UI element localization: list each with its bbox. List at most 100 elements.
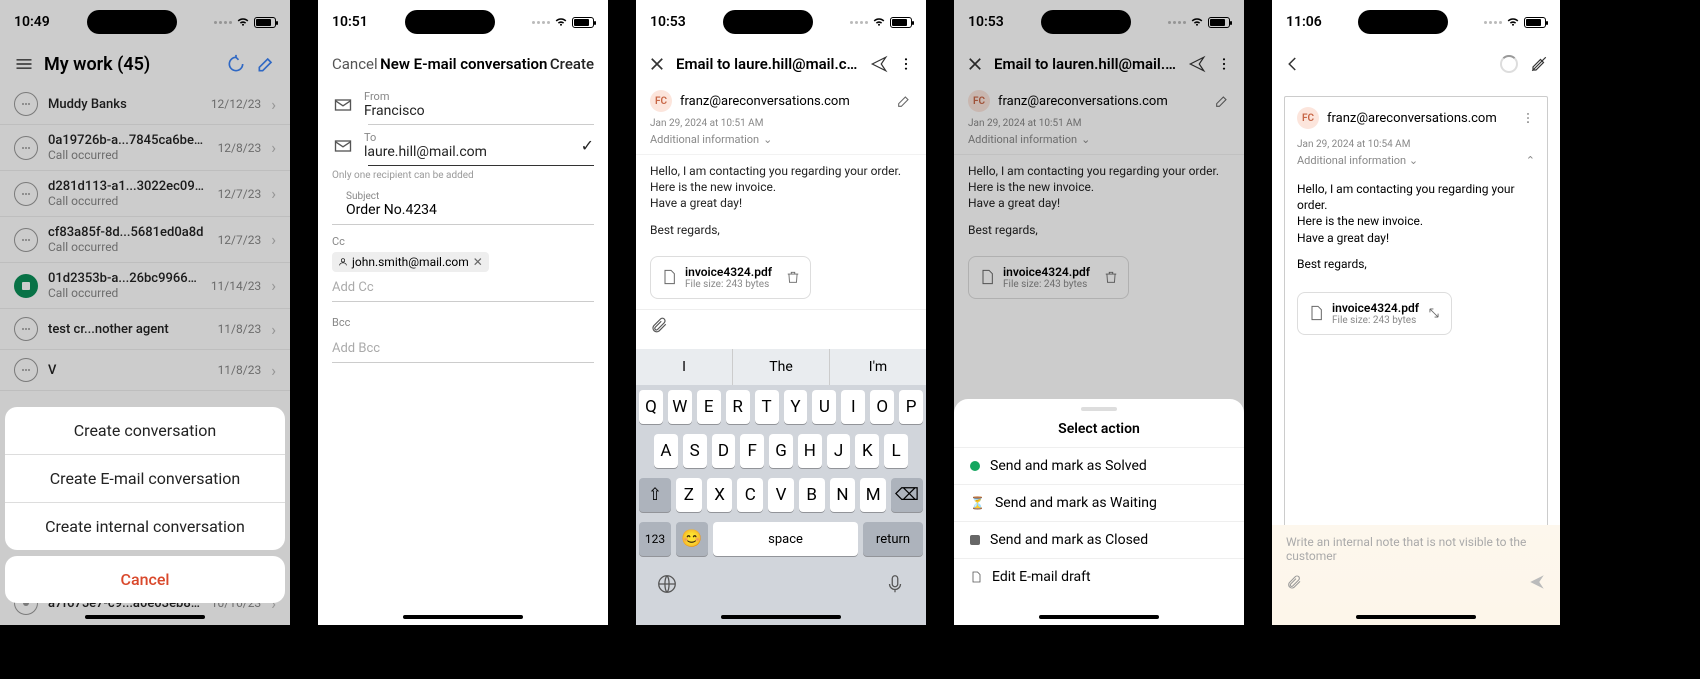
status-bar: 10:51	[318, 0, 608, 44]
suggestion[interactable]: The	[733, 349, 830, 385]
item-title: test cr...nother agent	[48, 322, 208, 337]
chevron-up-icon: ⌃	[1526, 154, 1535, 167]
create-conversation-option[interactable]: Create conversation	[5, 407, 285, 454]
item-date: 12/7/23	[218, 187, 262, 201]
clock: 10:51	[332, 14, 368, 30]
globe-icon[interactable]	[656, 573, 678, 595]
suggestion[interactable]: I'm	[830, 349, 926, 385]
item-avatar	[14, 358, 38, 382]
open-icon[interactable]	[1427, 306, 1441, 320]
suggestion[interactable]: I	[636, 349, 733, 385]
paperclip-icon[interactable]	[650, 316, 668, 334]
action-solved[interactable]: Send and mark as Solved	[954, 447, 1244, 484]
more-icon[interactable]	[1216, 56, 1232, 72]
email-title: Email to laure.hill@mail.com	[676, 55, 860, 73]
add-cc-input[interactable]: Add Cc	[332, 280, 594, 302]
return-key[interactable]: return	[863, 522, 923, 556]
numbers-key[interactable]: 123	[639, 522, 671, 556]
screen-email-draft: 10:53 Email to laure.hill@mail.com FC fr…	[636, 0, 926, 625]
trash-icon[interactable]	[786, 269, 800, 285]
additional-info-toggle[interactable]: Additional information ⌄ ⌃	[1285, 150, 1547, 171]
edit-icon[interactable]	[896, 93, 912, 109]
list-item[interactable]: Muddy Banks12/12/23›	[0, 84, 290, 125]
file-icon	[979, 267, 995, 287]
subject-input[interactable]: Order No.4234	[346, 202, 580, 218]
back-icon[interactable]	[1284, 55, 1302, 73]
notch	[87, 10, 177, 34]
list-item[interactable]: cf83a85f-8d...5681ed0a8dCall occurred12/…	[0, 217, 290, 263]
paperclip-icon[interactable]	[1286, 574, 1302, 590]
attachment[interactable]: invoice4324.pdfFile size: 243 bytes	[968, 256, 1129, 299]
create-email-conversation-option[interactable]: Create E-mail conversation	[5, 454, 285, 502]
space-key[interactable]: space	[713, 522, 858, 556]
attachment[interactable]: invoice4324.pdfFile size: 243 bytes	[650, 256, 811, 299]
envelope-icon	[332, 94, 354, 116]
note-input[interactable]: Write an internal note that is not visib…	[1286, 535, 1546, 563]
item-title: V	[48, 363, 208, 378]
no-edit-icon[interactable]	[1530, 55, 1548, 73]
chevron-down-icon: ⌄	[763, 133, 772, 146]
cancel-button[interactable]: Cancel	[332, 55, 378, 73]
from-row: FC franz@areconversations.com	[1285, 97, 1547, 139]
edit-icon[interactable]	[1214, 93, 1230, 109]
refresh-icon[interactable]	[226, 54, 246, 74]
backspace-key[interactable]: ⌫	[891, 478, 923, 512]
item-date: 12/8/23	[218, 141, 262, 155]
list-item[interactable]: 01d2353b-a...26bc9966e7cCall occurred11/…	[0, 263, 290, 309]
item-subtitle: Call occurred	[48, 240, 208, 254]
attachment-name: invoice4324.pdf	[685, 265, 772, 279]
item-date: 11/14/23	[211, 279, 261, 293]
list-item[interactable]: 0a19726b-a...7845ca6beb6Call occurred12/…	[0, 125, 290, 171]
cancel-option[interactable]: Cancel	[5, 556, 285, 603]
keyboard[interactable]: I The I'm QWERTYUIOP ASDFGHJKL ⇧ZXCVBNM⌫…	[636, 349, 926, 625]
action-edit-draft[interactable]: Edit E-mail draft	[954, 558, 1244, 595]
email-title: Email to lauren.hill@mail.com	[994, 55, 1178, 73]
email-body[interactable]: Hello, I am contacting you regarding you…	[636, 154, 926, 246]
additional-info-toggle[interactable]: Additional information⌄	[954, 129, 1244, 154]
from-field[interactable]: FromFrancisco	[318, 84, 608, 125]
hourglass-icon: ⏳	[970, 496, 985, 510]
file-icon	[661, 267, 677, 287]
send-icon[interactable]	[1528, 573, 1546, 591]
menu-icon[interactable]	[14, 54, 34, 74]
add-bcc-input[interactable]: Add Bcc	[332, 341, 594, 363]
close-icon[interactable]	[966, 55, 984, 73]
send-icon[interactable]	[870, 55, 888, 73]
mic-icon[interactable]	[884, 573, 906, 595]
home-indicator	[1039, 615, 1159, 619]
close-icon[interactable]	[648, 55, 666, 73]
timestamp: Jan 29, 2024 at 10:51 AM	[636, 118, 926, 129]
action-closed[interactable]: Send and mark as Closed	[954, 521, 1244, 558]
attachment-size: File size: 243 bytes	[1332, 315, 1419, 326]
shift-key[interactable]: ⇧	[639, 478, 671, 512]
action-waiting[interactable]: ⏳Send and mark as Waiting	[954, 484, 1244, 521]
emoji-key[interactable]: 😊	[676, 522, 708, 556]
trash-icon[interactable]	[1104, 269, 1118, 285]
remove-chip-icon[interactable]: ✕	[473, 255, 483, 269]
additional-info-toggle[interactable]: Additional information⌄	[636, 129, 926, 154]
email-header: Email to laure.hill@mail.com	[636, 44, 926, 84]
create-button[interactable]: Create	[550, 55, 594, 73]
cc-chip[interactable]: john.smith@mail.com ✕	[332, 252, 489, 272]
home-indicator	[721, 615, 841, 619]
list-item[interactable]: d281d113-a1...3022ec09f76Call occurred12…	[0, 171, 290, 217]
attach-bar	[636, 309, 926, 344]
list-item[interactable]: V11/8/23›	[0, 350, 290, 391]
cc-chip-email: john.smith@mail.com	[352, 255, 469, 269]
envelope-icon	[332, 135, 354, 157]
to-field[interactable]: Tolaure.hill@mail.com ✓	[318, 125, 608, 166]
from-row: FC franz@areconversations.com	[636, 84, 926, 118]
more-icon[interactable]	[898, 56, 914, 72]
attachment[interactable]: invoice4324.pdfFile size: 243 bytes	[1297, 292, 1452, 335]
list-item[interactable]: test cr...nother agent11/8/23›	[0, 309, 290, 350]
attachment-size: File size: 243 bytes	[1003, 279, 1090, 290]
compose-icon[interactable]	[256, 54, 276, 74]
more-icon[interactable]	[1521, 111, 1535, 125]
check-icon: ✓	[581, 136, 594, 155]
home-indicator	[403, 615, 523, 619]
create-internal-conversation-option[interactable]: Create internal conversation	[5, 502, 285, 550]
send-icon[interactable]	[1188, 55, 1206, 73]
sheet-handle[interactable]	[1081, 407, 1117, 411]
screen-new-email: 10:51 Cancel New E-mail conversation Cre…	[318, 0, 608, 625]
chevron-right-icon: ›	[271, 95, 276, 114]
